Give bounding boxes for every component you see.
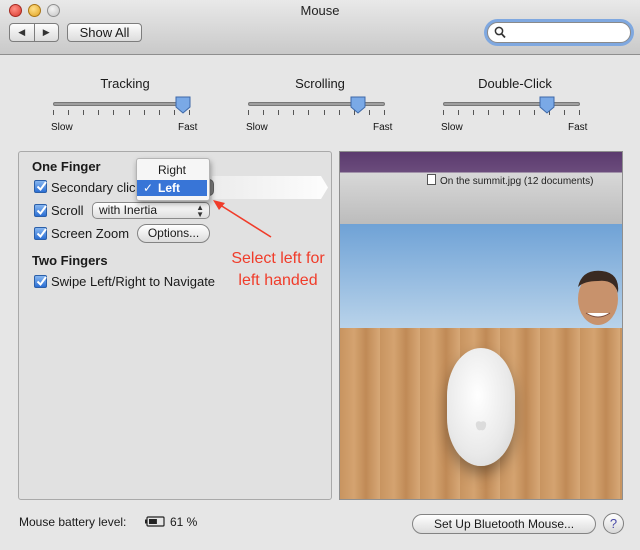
menu-item-left[interactable]: ✓ Left xyxy=(137,180,207,196)
screen-zoom-checkbox[interactable] xyxy=(34,227,47,240)
scroll-checkbox[interactable] xyxy=(34,204,47,217)
checkmark-icon xyxy=(36,205,47,216)
menu-check-icon: ✓ xyxy=(143,181,154,195)
scrolling-slider-group: Scrolling Slow Fast xyxy=(245,74,395,136)
person-photo xyxy=(578,270,619,325)
document-icon xyxy=(427,174,436,185)
scroll-direction-popup[interactable]: with Inertia ▲ ▼ xyxy=(92,202,210,219)
scrolling-label: Scrolling xyxy=(295,76,345,91)
forward-button[interactable]: ▶ xyxy=(33,24,59,41)
gesture-preview-video: On the summit.jpg (12 documents) xyxy=(339,151,623,500)
tracking-min-label: Slow xyxy=(51,122,73,133)
battery-icon xyxy=(145,516,165,527)
scroll-popup-value: with Inertia xyxy=(99,203,158,217)
show-all-button[interactable]: Show All xyxy=(67,23,142,42)
annotation-text: Select left for left handed xyxy=(231,250,325,289)
menu-item-right[interactable]: Right xyxy=(137,162,207,178)
checkmark-icon xyxy=(36,228,47,239)
annotation-arrow xyxy=(213,200,272,238)
double-click-max-label: Fast xyxy=(568,122,588,133)
tracking-max-label: Fast xyxy=(178,122,198,133)
scrolling-min-label: Slow xyxy=(246,122,268,133)
preview-desktop-strip xyxy=(340,152,622,224)
magic-mouse-image xyxy=(447,348,515,466)
scroll-label: Scroll xyxy=(51,203,84,218)
one-finger-header: One Finger xyxy=(32,159,101,174)
swipe-navigate-label: Swipe Left/Right to Navigate xyxy=(51,274,216,289)
window-title: Mouse xyxy=(300,3,340,18)
search-input[interactable] xyxy=(508,25,623,40)
scrolling-max-label: Fast xyxy=(373,122,393,133)
double-click-label: Double-Click xyxy=(478,76,552,91)
scrolling-slider-thumb[interactable] xyxy=(350,96,366,114)
tracking-track[interactable] xyxy=(53,102,190,106)
tracking-slider-group: Tracking Slow Fast xyxy=(50,74,200,136)
popup-arrows-icon: ▲▼ xyxy=(196,203,204,219)
battery-level-label: Mouse battery level: xyxy=(19,515,127,529)
checkmark-icon xyxy=(36,276,47,287)
help-button[interactable]: ? xyxy=(603,513,624,534)
back-forward-control: ◀ ▶ xyxy=(9,23,59,42)
double-click-track[interactable] xyxy=(443,102,580,106)
battery-percent: 61 % xyxy=(170,515,198,529)
back-button[interactable]: ◀ xyxy=(10,24,34,41)
search-icon xyxy=(494,26,506,39)
setup-bluetooth-mouse-button[interactable]: Set Up Bluetooth Mouse... xyxy=(412,514,596,534)
double-click-min-label: Slow xyxy=(441,122,463,133)
search-field[interactable] xyxy=(487,22,631,43)
secondary-click-menu: Right ✓ Left xyxy=(136,158,210,201)
tracking-slider-thumb[interactable] xyxy=(175,96,191,114)
preview-filename: On the summit.jpg (12 documents) xyxy=(427,174,593,187)
double-click-slider-thumb[interactable] xyxy=(539,96,555,114)
secondary-click-label: Secondary clic xyxy=(51,180,136,195)
checkmark-icon xyxy=(36,181,47,192)
tracking-label: Tracking xyxy=(100,76,150,91)
swipe-navigate-checkbox[interactable] xyxy=(34,275,47,288)
screen-zoom-options-button[interactable]: Options... xyxy=(137,224,210,243)
screen-zoom-label: Screen Zoom xyxy=(51,226,130,241)
double-click-ticks xyxy=(443,110,580,116)
mouse-preferences-window: Mouse ◀ ▶ Show All Tracking Slow Fast Sc… xyxy=(0,0,640,550)
tracking-ticks xyxy=(53,110,190,116)
double-click-slider-group: Double-Click Slow Fast xyxy=(440,74,590,136)
secondary-click-checkbox[interactable] xyxy=(34,180,47,193)
apple-logo-icon xyxy=(475,421,487,431)
title-bar: Mouse ◀ ▶ Show All xyxy=(0,0,640,55)
two-fingers-header: Two Fingers xyxy=(32,253,108,268)
